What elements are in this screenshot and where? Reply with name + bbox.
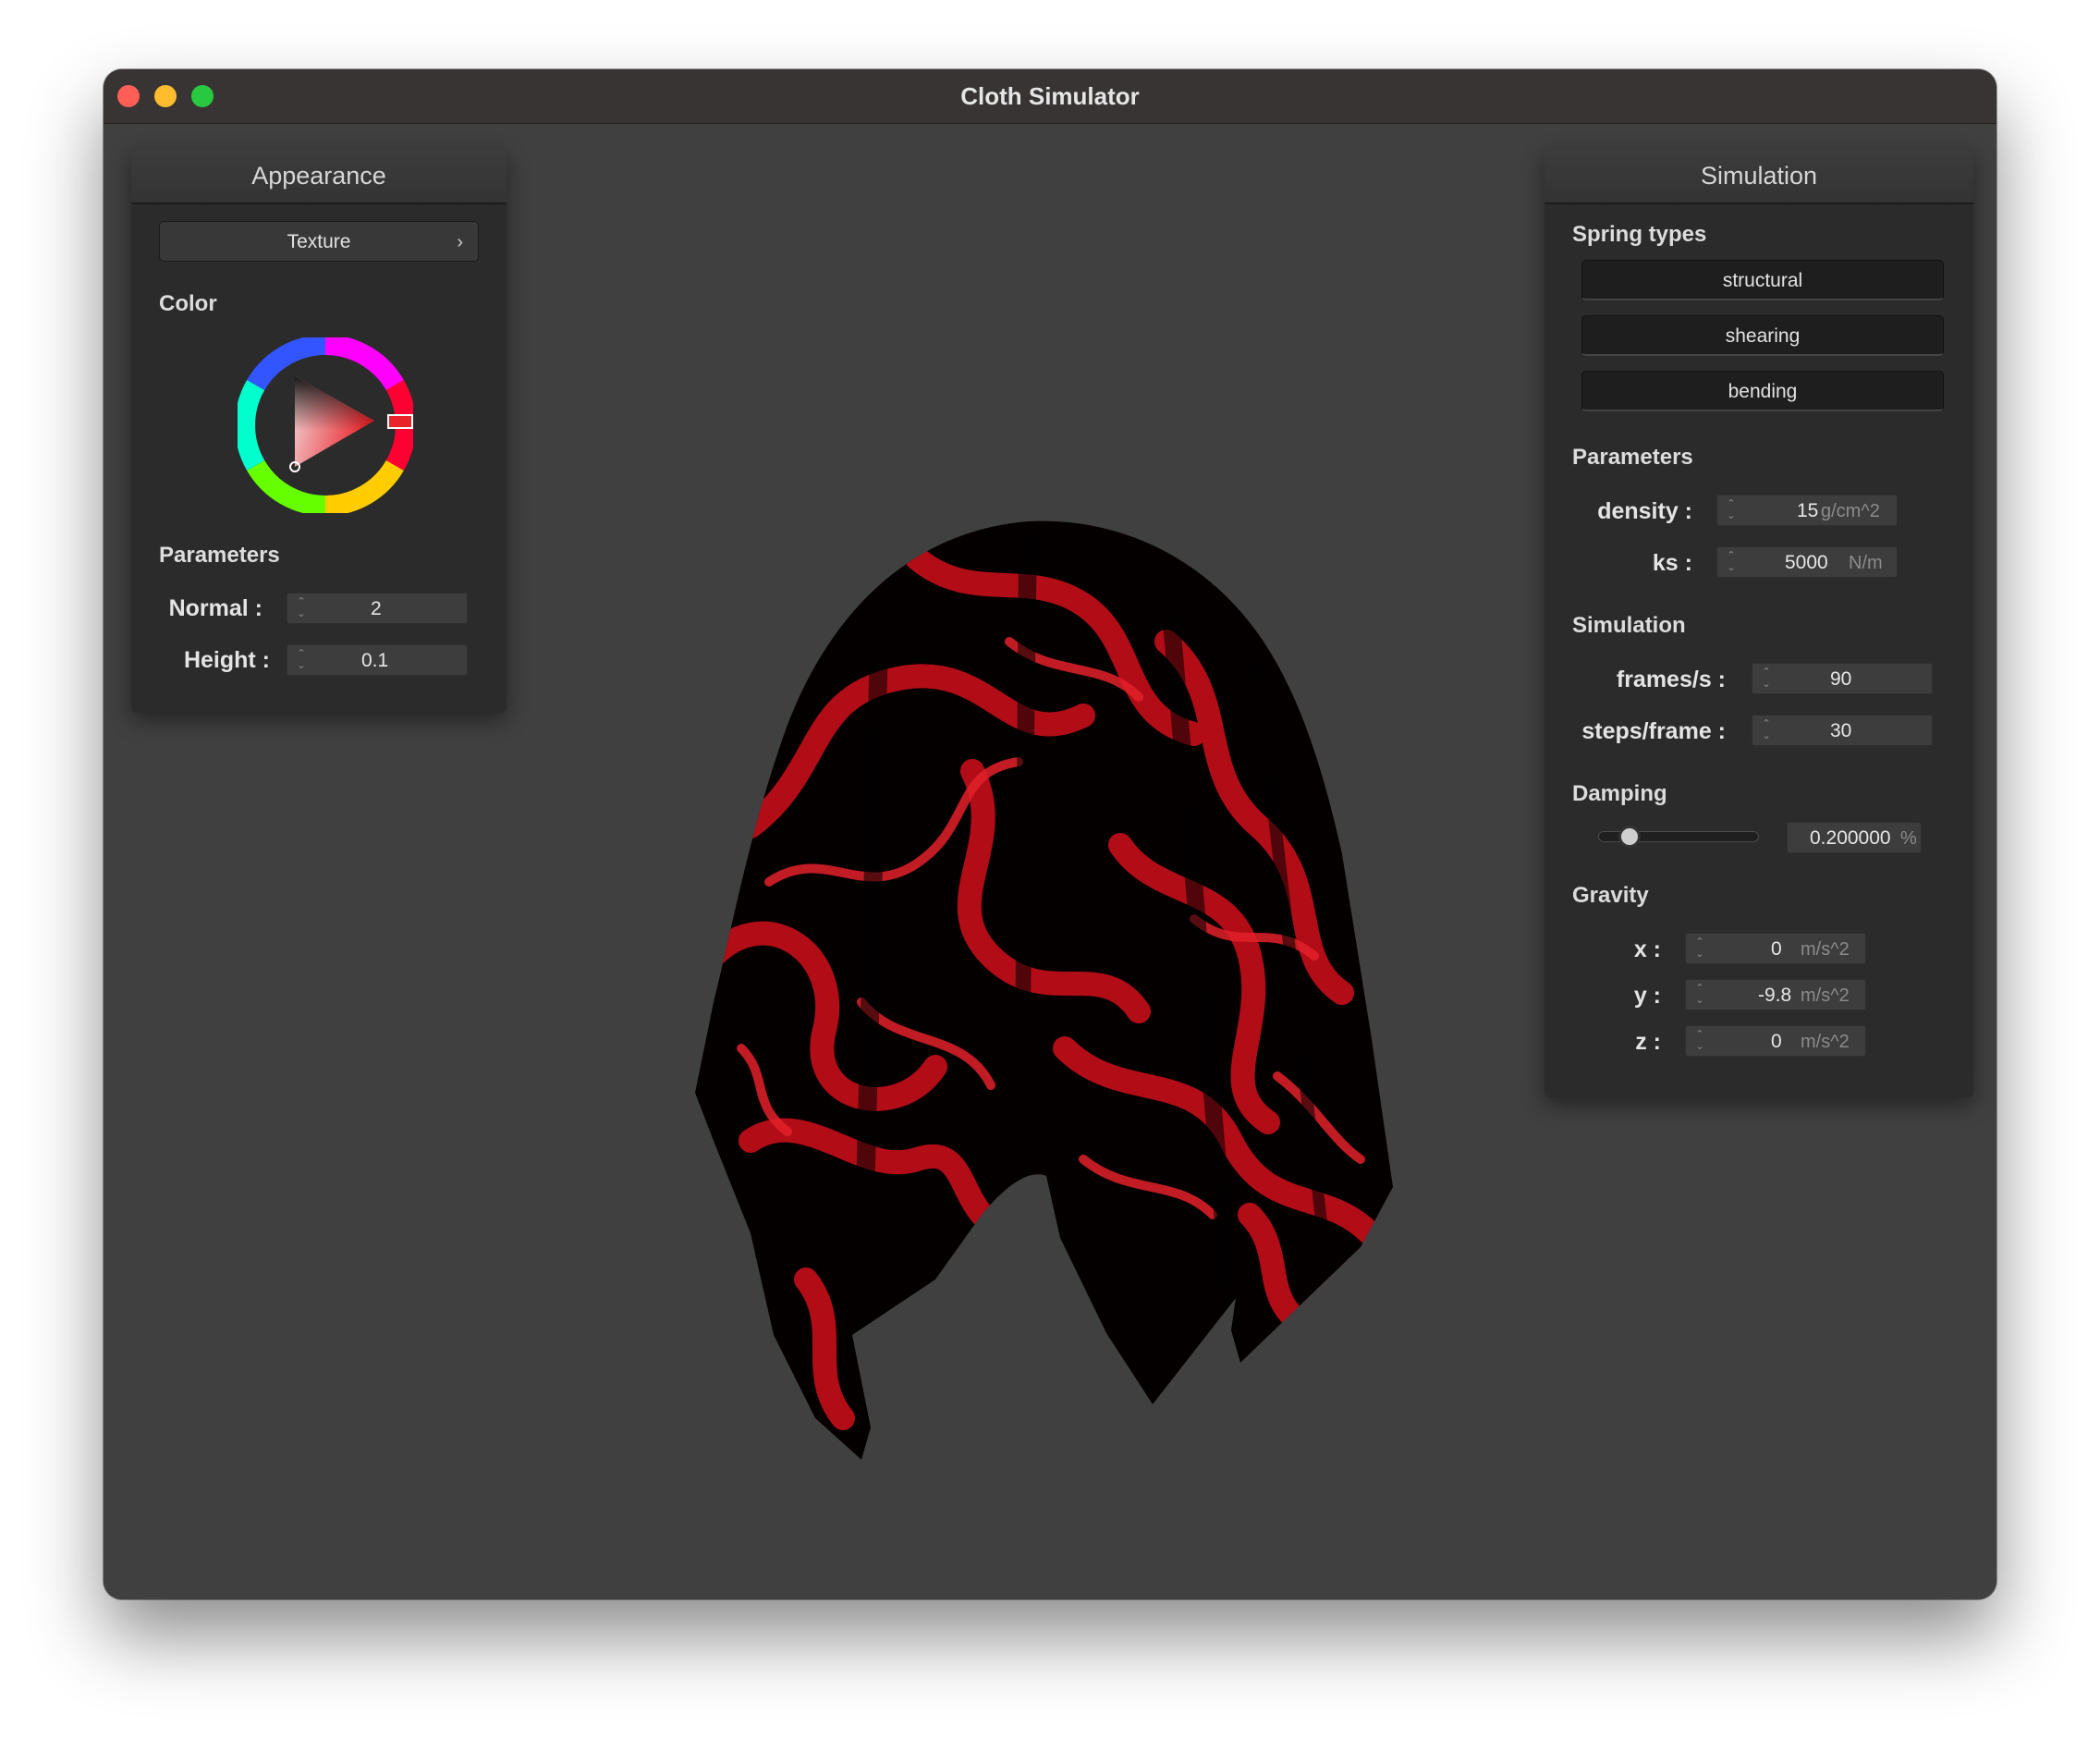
density-value: 15 bbox=[1797, 500, 1819, 521]
spinner-icon[interactable]: ⌃ ⌄ bbox=[1760, 667, 1773, 691]
spinner-icon[interactable]: ⌃ ⌄ bbox=[295, 596, 308, 620]
damping-slider-handle[interactable] bbox=[1618, 826, 1641, 848]
shearing-label: shearing bbox=[1725, 325, 1801, 347]
chevron-right-icon: › bbox=[457, 232, 463, 252]
color-label: Color bbox=[159, 291, 217, 316]
normal-label: Normal : bbox=[168, 595, 262, 621]
ks-label: ks : bbox=[1652, 550, 1692, 576]
spinner-icon[interactable]: ⌃ ⌄ bbox=[1725, 550, 1738, 574]
spinner-icon[interactable]: ⌃ ⌄ bbox=[1693, 983, 1706, 1007]
gravity-y-input[interactable]: ⌃ ⌄ -9.8 m/s^2 bbox=[1685, 979, 1866, 1010]
shearing-spring-button[interactable]: shearing bbox=[1581, 315, 1944, 356]
structural-spring-button[interactable]: structural bbox=[1581, 260, 1944, 300]
appearance-parameters-label: Parameters bbox=[159, 543, 280, 568]
simulation-parameters-label: Parameters bbox=[1572, 445, 1693, 470]
spinner-icon[interactable]: ⌃ ⌄ bbox=[1760, 718, 1773, 742]
ks-input[interactable]: ⌃ ⌄ 5000 N/m bbox=[1716, 546, 1898, 578]
normal-value: 2 bbox=[371, 598, 382, 619]
gravity-y-value: -9.8 bbox=[1758, 985, 1792, 1006]
bending-label: bending bbox=[1728, 381, 1798, 402]
gravity-z-input[interactable]: ⌃ ⌄ 0 m/s^2 bbox=[1685, 1025, 1866, 1057]
gravity-x-unit: m/s^2 bbox=[1801, 939, 1850, 960]
frames-label: frames/s : bbox=[1616, 667, 1726, 692]
gravity-x-value: 0 bbox=[1771, 938, 1782, 960]
spring-types-label: Spring types bbox=[1572, 222, 1707, 247]
spinner-icon[interactable]: ⌃ ⌄ bbox=[1693, 1029, 1706, 1053]
height-value: 0.1 bbox=[361, 650, 389, 671]
frames-input[interactable]: ⌃ ⌄ 90 bbox=[1752, 663, 1933, 694]
title-bar: Cloth Simulator bbox=[104, 69, 1996, 124]
color-wheel[interactable] bbox=[238, 337, 413, 513]
gravity-y-unit: m/s^2 bbox=[1801, 985, 1850, 1006]
damping-value: 0.200000 bbox=[1810, 827, 1891, 849]
simulation-panel-header: Simulation bbox=[1544, 149, 1973, 204]
texture-button[interactable]: Texture › bbox=[159, 221, 479, 262]
hue-selector-handle bbox=[387, 414, 413, 429]
ks-value: 5000 bbox=[1785, 552, 1828, 573]
steps-input[interactable]: ⌃ ⌄ 30 bbox=[1752, 715, 1933, 746]
damping-unit: % bbox=[1900, 828, 1917, 849]
window-title: Cloth Simulator bbox=[960, 82, 1140, 110]
ks-unit: N/m bbox=[1849, 553, 1883, 573]
density-input[interactable]: ⌃ ⌄ 15 g/cm^2 bbox=[1716, 495, 1898, 526]
spinner-icon[interactable]: ⌃ ⌄ bbox=[1725, 498, 1738, 522]
steps-label: steps/frame : bbox=[1581, 718, 1726, 744]
gravity-label: Gravity bbox=[1572, 883, 1649, 908]
normal-input[interactable]: ⌃ ⌄ 2 bbox=[287, 593, 468, 624]
texture-button-label: Texture bbox=[287, 231, 351, 252]
gravity-x-label: x : bbox=[1633, 936, 1661, 962]
structural-label: structural bbox=[1722, 270, 1803, 291]
density-unit: g/cm^2 bbox=[1821, 501, 1880, 521]
appearance-panel-header: Appearance bbox=[131, 149, 507, 204]
height-label: Height : bbox=[183, 647, 270, 673]
damping-value-field: 0.200000 % bbox=[1787, 822, 1922, 853]
gravity-y-label: y : bbox=[1633, 983, 1661, 1009]
gravity-z-label: z : bbox=[1635, 1029, 1661, 1055]
height-input[interactable]: ⌃ ⌄ 0.1 bbox=[287, 644, 468, 676]
simulation-section-label: Simulation bbox=[1572, 613, 1686, 638]
gravity-x-input[interactable]: ⌃ ⌄ 0 m/s^2 bbox=[1685, 933, 1866, 964]
spinner-icon[interactable]: ⌃ ⌄ bbox=[1693, 936, 1706, 961]
frames-value: 90 bbox=[1830, 668, 1852, 690]
app-window: Cloth Simulator Appearance Texture › Col… bbox=[104, 69, 1996, 1599]
simulation-panel: Simulation Spring types structural shear… bbox=[1544, 149, 1973, 1097]
gravity-z-unit: m/s^2 bbox=[1801, 1032, 1850, 1052]
bending-spring-button[interactable]: bending bbox=[1581, 371, 1944, 411]
appearance-panel: Appearance Texture › Color Parameters No… bbox=[131, 149, 507, 713]
damping-label: Damping bbox=[1572, 781, 1667, 806]
gravity-z-value: 0 bbox=[1771, 1031, 1782, 1052]
steps-value: 30 bbox=[1830, 720, 1852, 741]
spinner-icon[interactable]: ⌃ ⌄ bbox=[295, 648, 308, 672]
density-label: density : bbox=[1597, 498, 1692, 524]
